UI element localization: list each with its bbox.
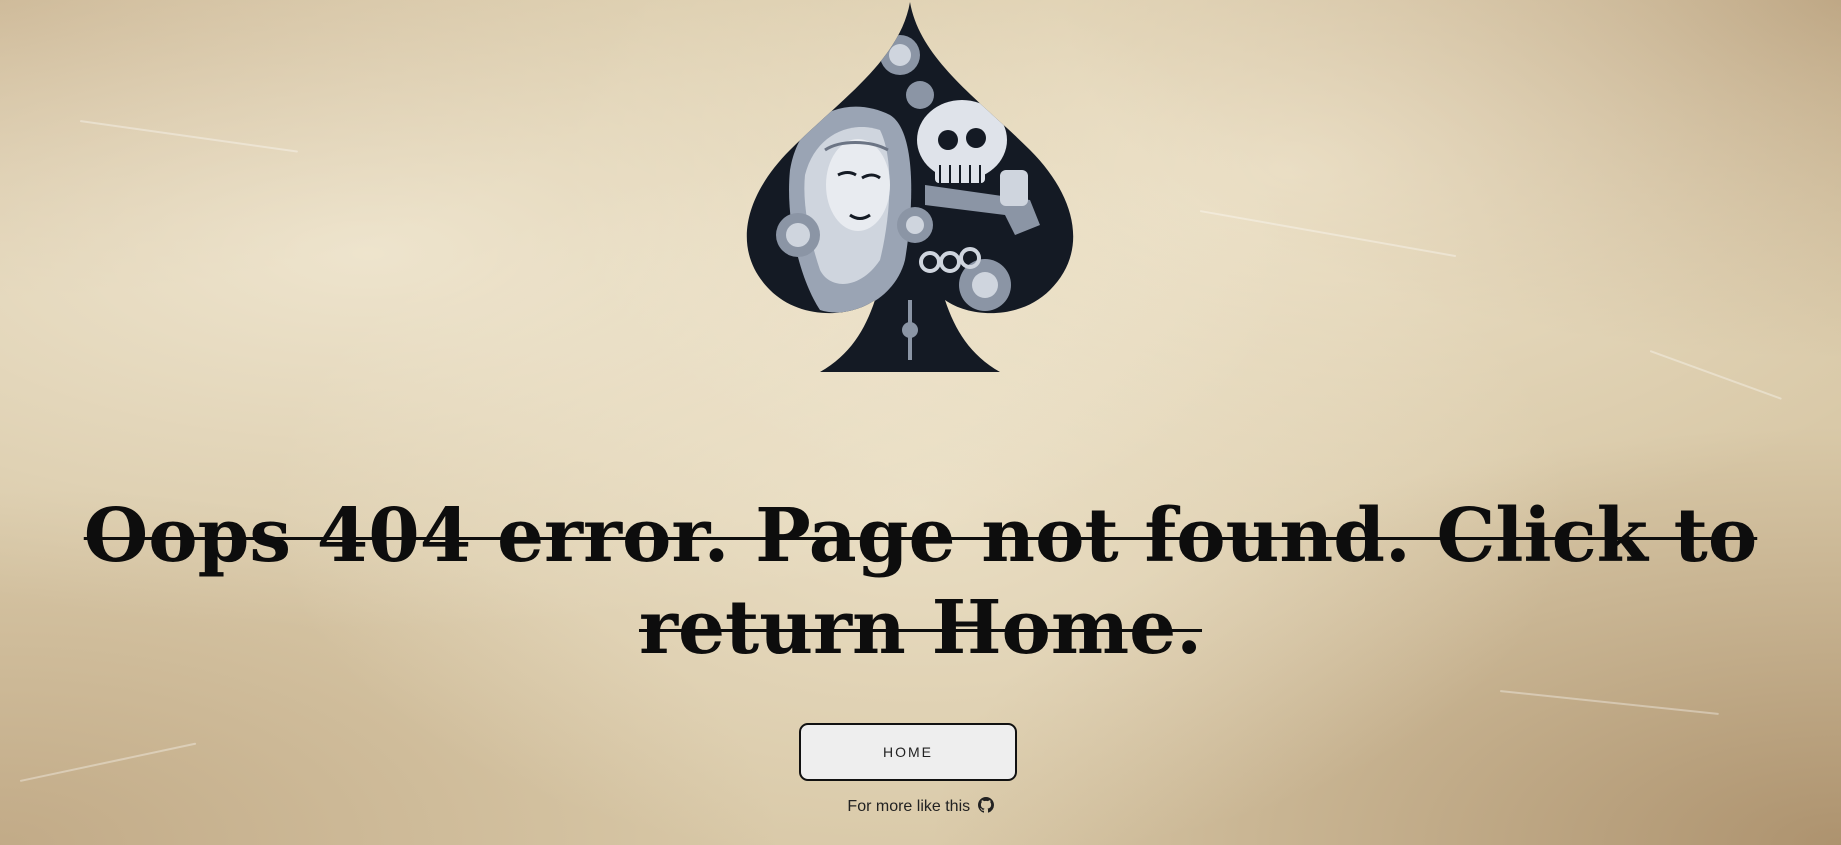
home-button[interactable]: HOME	[799, 723, 1017, 781]
more-link-text: For more like this	[847, 798, 971, 815]
home-button-label: HOME	[883, 744, 933, 760]
more-link[interactable]: For more like this	[847, 797, 994, 815]
spade-logo-icon	[746, 2, 1074, 372]
more-link-container: For more like this	[0, 797, 1841, 816]
paper-scratch	[1499, 690, 1719, 715]
paper-scratch	[79, 120, 298, 153]
paper-scratch	[1649, 350, 1782, 400]
spade-logo	[730, 0, 1090, 375]
paper-scratch	[1199, 210, 1457, 258]
github-icon	[977, 797, 994, 813]
error-headline[interactable]: Oops 404 error. Page not found. Click to…	[0, 490, 1841, 674]
paper-scratch	[19, 742, 197, 782]
